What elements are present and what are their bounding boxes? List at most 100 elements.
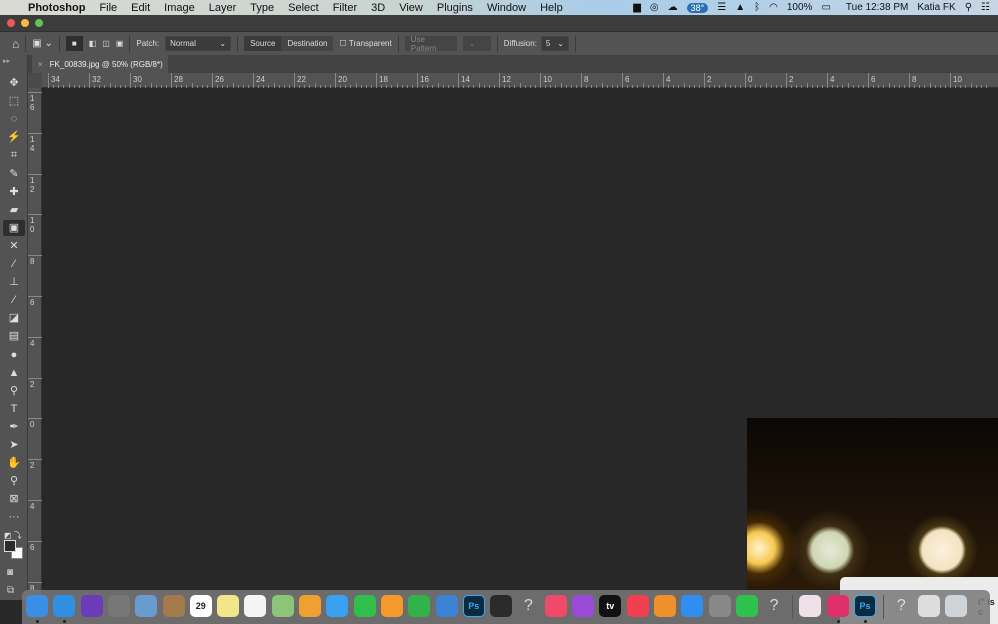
dock-photoshop-icon[interactable]: Ps: [462, 595, 485, 617]
subtract-selection-icon[interactable]: ◫: [102, 36, 110, 52]
menu-3d[interactable]: 3D: [364, 2, 392, 14]
dock-reminders-icon[interactable]: [244, 595, 267, 617]
patch-tool-icon[interactable]: ▣: [3, 219, 25, 236]
eyedropper-tool-icon[interactable]: ✎: [3, 166, 25, 182]
new-selection-icon[interactable]: ■: [65, 36, 83, 51]
dock-podcasts-icon[interactable]: [572, 595, 594, 617]
dock-quicktime-icon[interactable]: [490, 595, 513, 617]
type-tool-icon[interactable]: T: [3, 401, 25, 417]
dock-finder-icon[interactable]: [26, 595, 48, 617]
destination-button[interactable]: Destination: [281, 36, 334, 51]
dock-creative-cloud-icon[interactable]: [826, 595, 849, 617]
menu-filter[interactable]: Filter: [326, 2, 364, 14]
dock-document-file-icon[interactable]: [917, 595, 940, 617]
frame-tool-icon[interactable]: ⊠: [3, 491, 25, 507]
menu-select[interactable]: Select: [281, 2, 326, 14]
content-aware-move-tool-icon[interactable]: ✕: [3, 238, 25, 254]
dock-photoshop-2-icon[interactable]: Ps: [854, 595, 876, 617]
dock-numbers-icon[interactable]: [408, 595, 431, 617]
sharpen-tool-icon[interactable]: ▲: [3, 365, 25, 381]
bluetooth-icon[interactable]: ᛒ: [754, 2, 760, 13]
dock-pages-icon[interactable]: [380, 595, 403, 617]
hand-tool-icon[interactable]: ✋: [3, 455, 25, 471]
drive-icon[interactable]: ▲: [735, 2, 745, 13]
dock-facetime-icon[interactable]: [353, 595, 376, 617]
pen-tool-icon[interactable]: ✒: [3, 419, 25, 435]
history-brush-tool-icon[interactable]: ⁄: [3, 292, 25, 308]
dock-app-store-icon[interactable]: [681, 595, 704, 617]
dock-contacts-icon[interactable]: [162, 595, 185, 617]
horizontal-ruler[interactable]: 34 32 30 28 26 24 22 20 18 16 14 12 10 8 6 4 2 0 2 4 6 8 10: [42, 73, 998, 88]
menu-layer[interactable]: Layer: [202, 2, 244, 14]
image-preview[interactable]: [747, 418, 998, 590]
menu-edit[interactable]: Edit: [124, 2, 157, 14]
menu-image[interactable]: Image: [157, 2, 202, 14]
dodge-tool-icon[interactable]: ⚲: [3, 383, 25, 399]
vertical-ruler[interactable]: 16 14 12 10 8 6 4 2 0 2 4 6 8: [28, 88, 42, 600]
menu-help[interactable]: Help: [533, 2, 570, 14]
dock-messages-icon[interactable]: [326, 595, 349, 617]
diffusion-select[interactable]: 5 ⌄: [540, 36, 569, 51]
add-selection-icon[interactable]: ◧: [89, 36, 97, 52]
quick-mask-icon[interactable]: ◙: [7, 567, 13, 578]
stack-icon[interactable]: ☰: [717, 2, 726, 13]
eraser-tool-icon[interactable]: ◪: [3, 310, 25, 326]
dock-safari-icon[interactable]: [53, 595, 76, 617]
use-pattern-button[interactable]: Use Pattern: [404, 35, 457, 53]
clone-stamp-tool-icon[interactable]: ⊥: [3, 274, 25, 290]
menu-app-name[interactable]: Photoshop: [21, 2, 92, 14]
minimize-window-button[interactable]: [21, 19, 29, 27]
dock-maps-icon[interactable]: [271, 595, 294, 617]
dock-unknown-app-3-icon[interactable]: ?: [890, 595, 912, 617]
menu-type[interactable]: Type: [243, 2, 281, 14]
more-tools-icon[interactable]: ···: [3, 509, 25, 525]
marquee-tool-icon[interactable]: ⬚: [3, 93, 25, 109]
cloud-alert-icon[interactable]: ☁: [668, 2, 678, 13]
clock[interactable]: Tue 12:38 PM: [846, 2, 908, 13]
gradient-tool-icon[interactable]: ▤: [3, 328, 25, 344]
menu-file[interactable]: File: [92, 2, 124, 14]
dock-news-icon[interactable]: [626, 595, 649, 617]
dock-whatsapp-icon[interactable]: [735, 595, 758, 617]
dock-siri-icon[interactable]: [80, 595, 103, 617]
lasso-tool-icon[interactable]: ◌: [3, 111, 25, 127]
brush-tool-icon[interactable]: ∕: [3, 256, 25, 272]
control-center-icon[interactable]: ☷: [981, 2, 990, 13]
dock-trash-icon[interactable]: [944, 595, 967, 617]
source-button[interactable]: Source: [244, 36, 282, 51]
magic-wand-tool-icon[interactable]: ⚡: [3, 129, 25, 145]
battery-icon[interactable]: ▭: [821, 2, 830, 13]
home-icon[interactable]: ⌂: [12, 36, 19, 52]
spotlight-icon[interactable]: ⚲: [965, 2, 972, 13]
display-icon[interactable]: ▆: [633, 2, 641, 13]
screen-mode-icon[interactable]: ⧉: [7, 585, 14, 596]
tool-preset-picker[interactable]: ▣ ⌄: [32, 36, 53, 52]
zoom-tool-icon[interactable]: ⚲: [3, 473, 25, 489]
dock-music-icon[interactable]: [544, 595, 567, 617]
dock-preview-icon[interactable]: [135, 595, 158, 617]
collapse-panel-icon[interactable]: ▸▸: [3, 57, 10, 65]
user-name[interactable]: Katia FK: [917, 2, 955, 13]
dock-unknown-app-2-icon[interactable]: ?: [763, 595, 785, 617]
background-color-swatch[interactable]: [4, 540, 16, 552]
spot-healing-tool-icon[interactable]: ✚: [3, 184, 25, 200]
patch-mode-select[interactable]: Normal ⌄: [165, 36, 232, 51]
wifi-icon[interactable]: ◠: [769, 2, 778, 13]
ruler-origin[interactable]: [28, 73, 42, 88]
transparent-checkbox[interactable]: ☐ Transparent: [339, 36, 391, 52]
close-tab-icon[interactable]: ×: [38, 60, 43, 69]
move-tool-icon[interactable]: ✥: [3, 75, 25, 91]
dock-photos-icon[interactable]: [299, 595, 321, 617]
dock-unknown-app-icon[interactable]: ?: [517, 595, 539, 617]
intersect-selection-icon[interactable]: ▣: [116, 36, 124, 52]
close-window-button[interactable]: [7, 19, 15, 27]
temperature-badge[interactable]: 38°: [686, 2, 709, 13]
dock-launchpad-icon[interactable]: [107, 595, 130, 617]
creative-cloud-icon[interactable]: ◎: [650, 2, 659, 13]
dock-keynote-icon[interactable]: [435, 595, 458, 617]
menu-window[interactable]: Window: [480, 2, 533, 14]
dock-tv-icon[interactable]: tv: [599, 595, 622, 617]
zoom-window-button[interactable]: [35, 19, 43, 27]
path-selection-tool-icon[interactable]: ➤: [3, 437, 25, 453]
healing-brush-tool-icon[interactable]: ▰: [3, 202, 25, 218]
